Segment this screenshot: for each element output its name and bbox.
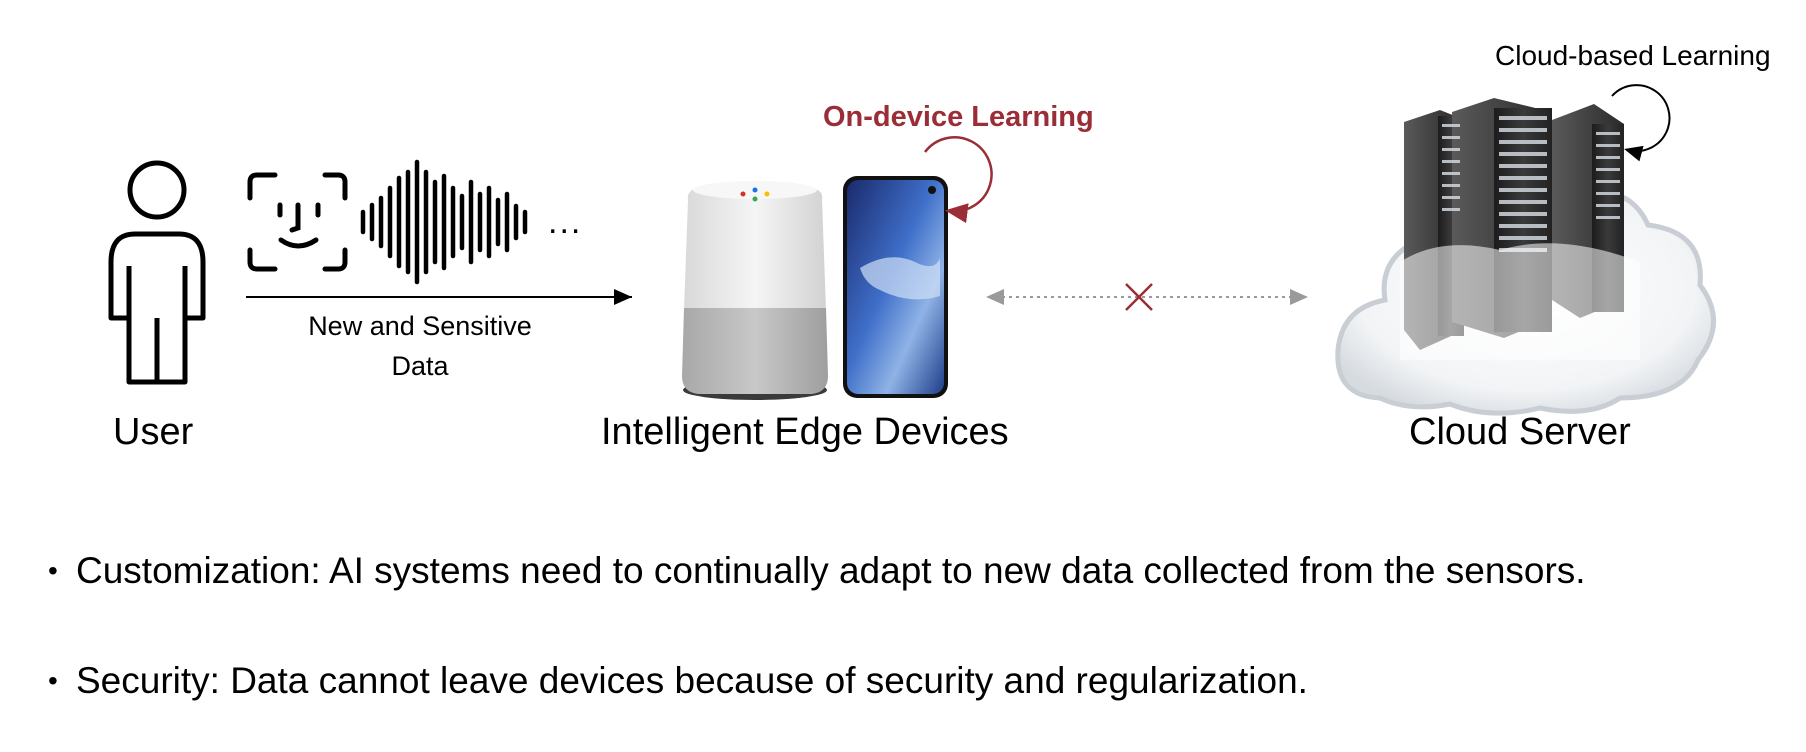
bullet-text: Customization: AI systems need to contin… [76, 550, 1586, 591]
user-caption: User [113, 411, 194, 453]
on-device-learning-label: On-device Learning [823, 101, 1094, 133]
server-rack-icon [1400, 98, 1640, 360]
data-label: New and Sensitive Data [255, 306, 585, 386]
bullet-text: Security: Data cannot leave devices beca… [76, 660, 1308, 701]
bullet-customization: • Customization: AI systems need to conti… [48, 550, 1586, 592]
sound-wave-icon [360, 159, 528, 285]
bullet-marker: • [48, 665, 58, 696]
data-label-line1: New and Sensitive [308, 311, 532, 341]
data-label-line2: Data [391, 351, 449, 381]
cloud-server-caption: Cloud Server [1409, 411, 1631, 453]
smart-speaker-icon [682, 181, 828, 400]
more-data-ellipsis: ... [548, 203, 583, 241]
bullet-security: • Security: Data cannot leave devices bec… [48, 660, 1308, 702]
bullet-marker: • [48, 555, 58, 586]
smartphone-icon [843, 176, 948, 398]
diagram-stage: ... New and Sensitive Data User Intellig… [0, 0, 1806, 752]
face-scan-icon [247, 172, 348, 272]
user-icon [108, 160, 206, 385]
cloud-learning-label: Cloud-based Learning [1495, 40, 1771, 71]
edge-devices-caption: Intelligent Edge Devices [601, 411, 1009, 453]
